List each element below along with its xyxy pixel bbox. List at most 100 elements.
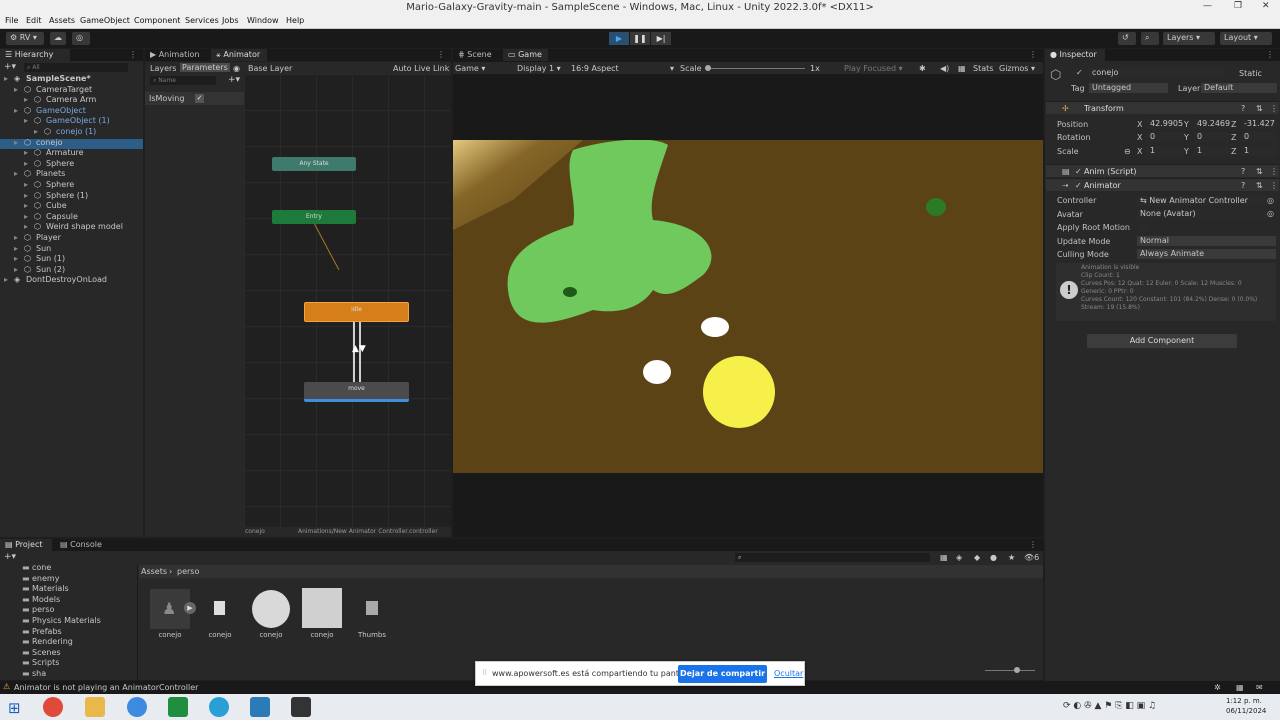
- internet-explorer-icon[interactable]: [127, 697, 147, 717]
- hierarchy-item[interactable]: conejo (1): [56, 127, 96, 136]
- clock-date[interactable]: 06/11/2024: [1226, 707, 1266, 715]
- expand-arrow-icon[interactable]: ▸: [14, 85, 18, 94]
- expand-icon[interactable]: ▶: [184, 602, 196, 614]
- menu-edit[interactable]: Edit: [26, 16, 42, 25]
- cloud-icon[interactable]: ☁: [50, 32, 66, 45]
- help-icon[interactable]: ?: [1241, 167, 1245, 176]
- excel-icon[interactable]: [168, 697, 188, 717]
- status-message[interactable]: Animator is not playing an AnimatorContr…: [14, 683, 198, 692]
- folder-item[interactable]: perso: [32, 605, 54, 614]
- account-button[interactable]: ⚙ RV ▾: [6, 32, 44, 45]
- culling-mode-dropdown[interactable]: Always Animate: [1137, 249, 1276, 259]
- object-name-field[interactable]: conejo: [1089, 68, 1224, 78]
- asset-thumb-file[interactable]: [200, 589, 240, 629]
- hierarchy-item[interactable]: Sun (2): [36, 265, 65, 274]
- tab-animator[interactable]: ⚹ Animator: [211, 49, 267, 61]
- hierarchy-item[interactable]: Player: [36, 233, 61, 242]
- layer-breadcrumb[interactable]: Base Layer: [248, 64, 292, 73]
- expand-arrow-icon[interactable]: ▸: [14, 169, 18, 178]
- star-icon[interactable]: ★: [1008, 553, 1015, 562]
- update-mode-dropdown[interactable]: Normal: [1137, 236, 1276, 246]
- root-motion-checkbox[interactable]: [1139, 223, 1148, 232]
- more-icon[interactable]: ⋮: [1270, 167, 1278, 176]
- folder-item[interactable]: sha: [32, 669, 46, 678]
- more-icon[interactable]: ⋮: [437, 50, 445, 59]
- expand-arrow-icon[interactable]: ▸: [24, 148, 28, 157]
- transform-scl-field[interactable]: 1: [1241, 146, 1277, 156]
- hierarchy-item[interactable]: CameraTarget: [36, 85, 92, 94]
- display-dropdown[interactable]: Display 1 ▾: [517, 64, 561, 73]
- tab-layers[interactable]: Layers: [150, 64, 176, 73]
- folder-item[interactable]: Models: [32, 595, 60, 604]
- breadcrumb-assets[interactable]: Assets: [141, 567, 167, 576]
- expand-arrow-icon[interactable]: ▸: [24, 180, 28, 189]
- folder-item[interactable]: cone: [32, 563, 51, 572]
- hierarchy-item[interactable]: Armature: [46, 148, 84, 157]
- expand-arrow-icon[interactable]: ▸: [34, 127, 38, 136]
- hierarchy-item[interactable]: Cube: [46, 201, 67, 210]
- help-icon[interactable]: ?: [1241, 104, 1245, 113]
- folder-item[interactable]: Rendering: [32, 637, 73, 646]
- layout-dropdown[interactable]: Layout ▾: [1220, 32, 1272, 45]
- enabled-checkbox-icon[interactable]: ✓: [1075, 181, 1082, 190]
- expand-arrow-icon[interactable]: ▸: [14, 106, 18, 115]
- checkbox-icon[interactable]: ✓: [195, 94, 204, 103]
- hierarchy-item[interactable]: Weird shape model: [46, 222, 123, 231]
- expand-arrow-icon[interactable]: ▸: [24, 191, 28, 200]
- scale-slider[interactable]: [705, 68, 805, 69]
- folder-item[interactable]: enemy: [32, 574, 59, 583]
- asset-thumb-material[interactable]: [251, 589, 291, 629]
- hierarchy-item[interactable]: Camera Arm: [46, 95, 96, 104]
- add-component-button[interactable]: Add Component: [1087, 334, 1237, 348]
- expand-arrow-icon[interactable]: ▸: [24, 116, 28, 125]
- expand-arrow-icon[interactable]: ▸: [14, 233, 18, 242]
- object-picker-icon[interactable]: ◎: [1267, 196, 1274, 205]
- aspect-dropdown[interactable]: 16:9 Aspect: [571, 64, 619, 73]
- play-icon[interactable]: ▶: [609, 32, 629, 45]
- stats-button[interactable]: Stats: [973, 64, 993, 73]
- drag-handle-icon[interactable]: ⠿: [482, 669, 487, 677]
- menu-component[interactable]: Component: [134, 16, 180, 25]
- state-move[interactable]: move: [304, 382, 409, 402]
- expand-arrow-icon[interactable]: ▸: [4, 74, 8, 83]
- help-icon[interactable]: ?: [1241, 181, 1245, 190]
- tag-dropdown[interactable]: Untagged: [1089, 83, 1168, 93]
- hierarchy-item[interactable]: Sphere: [46, 159, 74, 168]
- folder-item[interactable]: Physics Materials: [32, 616, 101, 625]
- more-icon[interactable]: ⋮: [1029, 540, 1037, 549]
- tab-animation[interactable]: ▶ Animation: [145, 49, 211, 61]
- stop-sharing-button[interactable]: Dejar de compartir: [678, 665, 767, 683]
- tab-parameters[interactable]: Parameters: [180, 63, 230, 72]
- filter-type-icon[interactable]: ▦: [940, 553, 948, 562]
- tab-scene[interactable]: ⋕ Scene: [453, 49, 503, 61]
- state-idle[interactable]: idle: [304, 302, 409, 322]
- menu-services[interactable]: Services: [185, 16, 219, 25]
- play-focused-dropdown[interactable]: Play Focused ▾: [844, 64, 903, 73]
- object-picker-icon[interactable]: ◎: [1267, 209, 1274, 218]
- hide-link[interactable]: Ocultar: [774, 669, 803, 678]
- pause-icon[interactable]: ❚❚: [630, 32, 650, 45]
- game-view-dropdown[interactable]: Game ▾: [455, 64, 485, 73]
- expand-arrow-icon[interactable]: ▸: [14, 265, 18, 274]
- state-any-state[interactable]: Any State: [272, 157, 356, 171]
- transform-pos-field[interactable]: 42.9905: [1147, 119, 1183, 129]
- menu-help[interactable]: Help: [286, 16, 304, 25]
- eye-icon[interactable]: ◉: [233, 64, 240, 73]
- enabled-checkbox-icon[interactable]: ✓: [1075, 167, 1082, 176]
- more-icon[interactable]: ⋮: [1270, 104, 1278, 113]
- stats-grid-icon[interactable]: ▦: [958, 64, 966, 73]
- hierarchy-item[interactable]: Capsule: [46, 212, 78, 221]
- menu-assets[interactable]: Assets: [49, 16, 75, 25]
- hierarchy-search-input[interactable]: ⌕ All: [24, 63, 128, 72]
- settings-icon[interactable]: ⇅: [1256, 104, 1263, 113]
- unity-icon[interactable]: [291, 697, 311, 717]
- gear-icon[interactable]: ✱: [919, 64, 926, 73]
- expand-arrow-icon[interactable]: ▸: [14, 254, 18, 263]
- animator-component-header[interactable]: ⇢ ✓ Animator ? ⇅ ⋮: [1046, 178, 1279, 191]
- transform-rot-field[interactable]: 0: [1194, 132, 1230, 142]
- avatar-field[interactable]: None (Avatar): [1137, 209, 1267, 219]
- asset-thumb-model[interactable]: ♟ ▶: [150, 589, 196, 629]
- tab-console[interactable]: ▤ Console: [55, 539, 107, 551]
- tab-hierarchy[interactable]: ☰ Hierarchy: [0, 49, 70, 61]
- transform-rot-field[interactable]: 0: [1147, 132, 1183, 142]
